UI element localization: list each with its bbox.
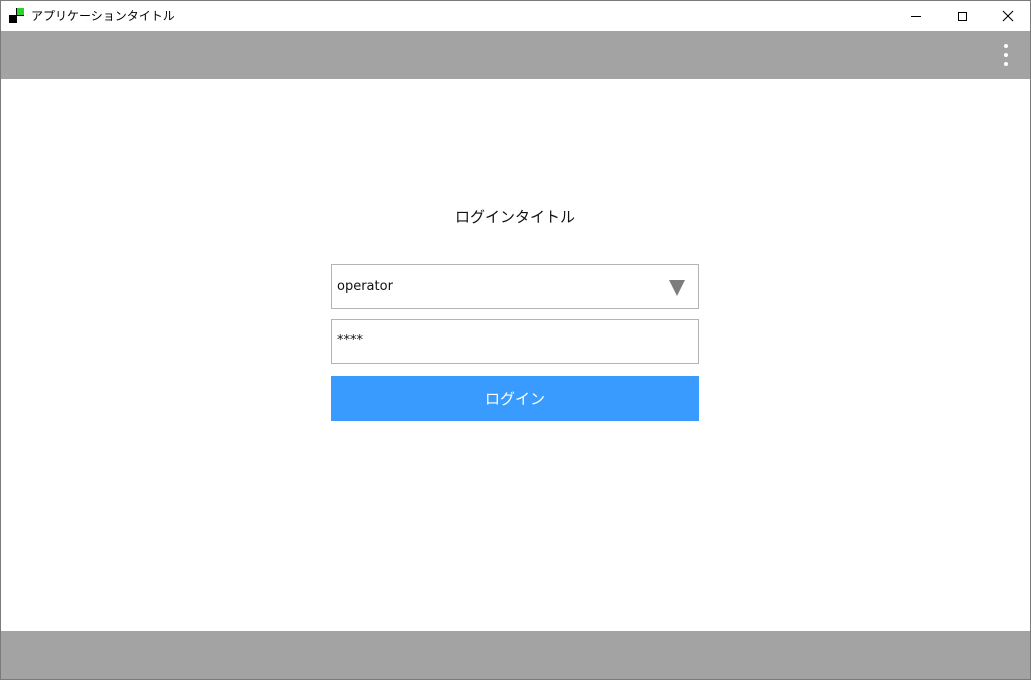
close-icon [1002, 10, 1014, 22]
dropdown-arrow-icon[interactable] [669, 280, 685, 296]
user-select-value: operator [337, 279, 393, 294]
login-panel: ログインタイトル operator **** ログイン [1, 79, 1030, 631]
password-value: **** [337, 333, 363, 348]
application-window: アプリケーションタイトル ログインタイトル operator **** ログイン [0, 0, 1031, 680]
close-button[interactable] [985, 1, 1030, 31]
window-title: アプリケーションタイトル [31, 9, 175, 23]
maximize-button[interactable] [939, 1, 985, 31]
title-bar[interactable]: アプリケーションタイトル [1, 1, 1030, 31]
app-footer-bar [1, 631, 1030, 679]
login-title: ログインタイトル [454, 208, 575, 226]
user-select[interactable]: operator [331, 264, 699, 309]
minimize-button[interactable] [893, 1, 939, 31]
app-icon [9, 8, 24, 23]
minimize-icon [911, 15, 921, 17]
app-header-bar [1, 31, 1030, 79]
kebab-menu-icon[interactable] [996, 43, 1016, 67]
login-button[interactable]: ログイン [331, 376, 699, 421]
maximize-icon [957, 11, 967, 21]
password-field[interactable]: **** [331, 319, 699, 364]
